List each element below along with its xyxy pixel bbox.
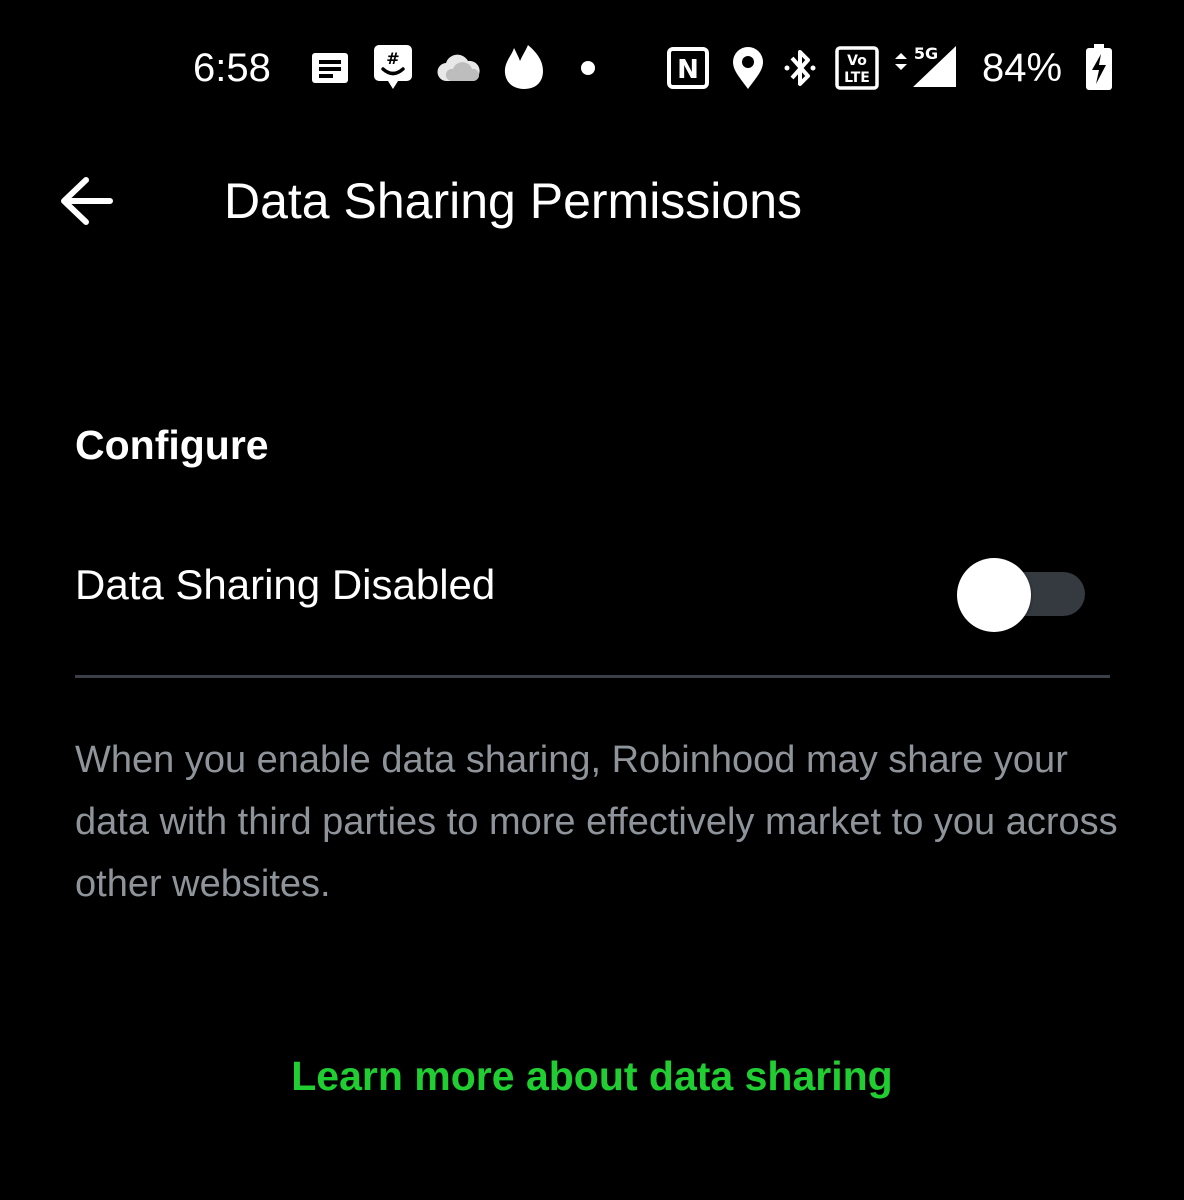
svg-text:#: # bbox=[386, 49, 399, 68]
divider bbox=[75, 675, 1110, 678]
groupme-icon: # bbox=[374, 45, 412, 89]
svg-text:LTE: LTE bbox=[844, 70, 870, 86]
notification-dot-icon bbox=[581, 61, 595, 75]
toolbar: Data Sharing Permissions bbox=[0, 150, 1184, 250]
arrow-left-icon bbox=[61, 177, 113, 225]
battery-percent: 84% bbox=[982, 46, 1063, 90]
status-bar: 6:58 # N Vo LTE 5G 84% bbox=[0, 0, 1184, 140]
tinder-flame-icon bbox=[504, 45, 543, 89]
data-sharing-label: Data Sharing Disabled bbox=[75, 561, 496, 608]
page-title: Data Sharing Permissions bbox=[224, 173, 803, 229]
svg-text:Vo: Vo bbox=[847, 53, 867, 69]
status-time: 6:58 bbox=[193, 46, 271, 90]
learn-more-link[interactable]: Learn more about data sharing bbox=[0, 1050, 1184, 1102]
data-sharing-setting-row[interactable]: Data Sharing Disabled bbox=[75, 540, 1110, 632]
location-icon bbox=[733, 47, 763, 89]
data-sharing-description: When you enable data sharing, Robinhood … bbox=[75, 739, 1118, 905]
signal-5g-icon: 5G bbox=[895, 44, 956, 87]
volte-icon: Vo LTE bbox=[835, 46, 879, 90]
bluetooth-icon bbox=[784, 50, 816, 86]
back-button[interactable] bbox=[50, 170, 122, 232]
battery-charging-icon bbox=[1086, 44, 1112, 90]
svg-text:N: N bbox=[677, 55, 699, 85]
onedrive-cloud-icon bbox=[437, 54, 480, 82]
section-heading-configure: Configure bbox=[75, 422, 269, 468]
messages-icon bbox=[312, 53, 348, 83]
toggle-thumb bbox=[957, 558, 1031, 632]
svg-text:5G: 5G bbox=[914, 44, 938, 63]
data-sharing-toggle[interactable] bbox=[957, 550, 1087, 632]
nfc-icon: N bbox=[667, 47, 709, 89]
